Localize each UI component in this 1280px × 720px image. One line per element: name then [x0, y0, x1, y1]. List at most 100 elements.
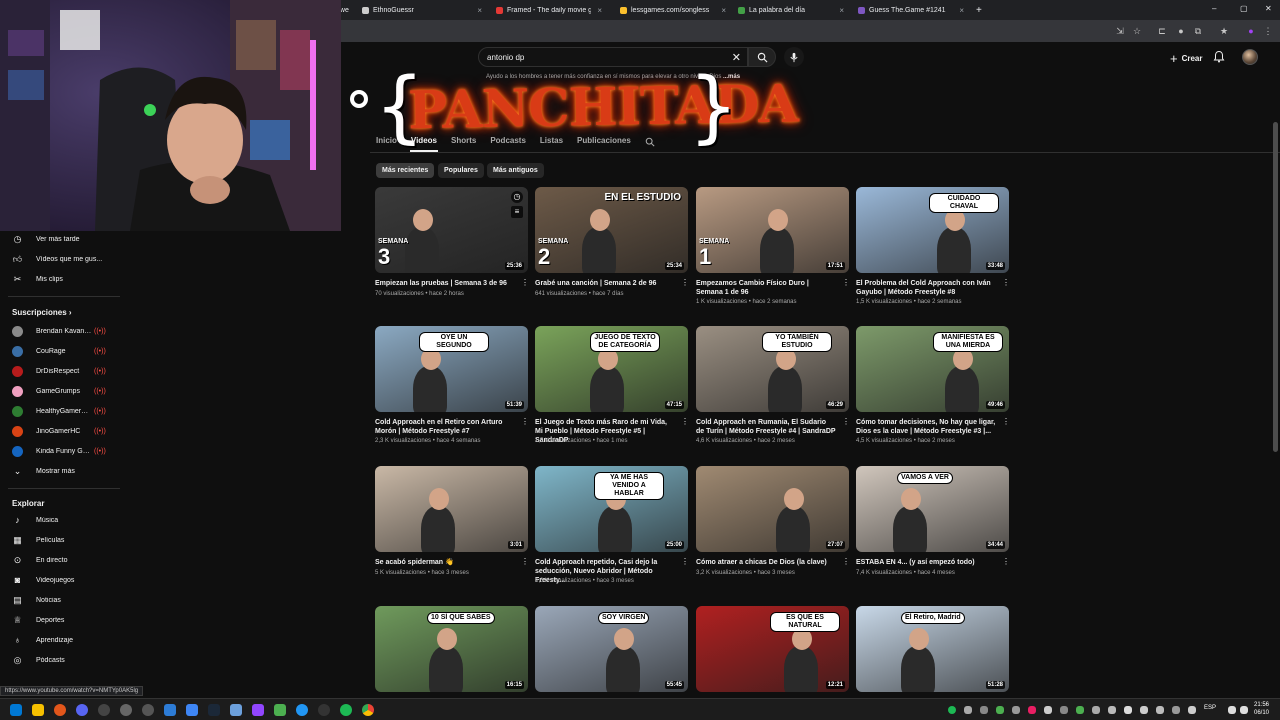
- sidebar-subscription[interactable]: DrDisRespect ((•)): [0, 362, 130, 380]
- more-actions-icon[interactable]: ⋮: [1002, 279, 1010, 287]
- video-thumbnail[interactable]: YA ME HAS VENIDO A HABLAR 25:00: [535, 466, 688, 552]
- tab-playlists[interactable]: Listas: [540, 136, 563, 150]
- video-title[interactable]: Se acabó spiderman 👋: [375, 558, 515, 567]
- video-thumbnail[interactable]: SEMANA 2 EN EL ESTUDIO 25:34: [535, 187, 688, 273]
- tray-icon[interactable]: [980, 706, 988, 714]
- search-button[interactable]: [748, 47, 776, 67]
- network-icon[interactable]: [1228, 706, 1236, 714]
- browser-tab[interactable]: lessgames.com/songless ×: [614, 2, 732, 18]
- tray-icon[interactable]: [1076, 706, 1084, 714]
- tab-videos[interactable]: Videos: [411, 136, 437, 150]
- chrome-icon[interactable]: [362, 704, 374, 716]
- video-title[interactable]: Cold Approach en Rumania, El Sudario de …: [696, 418, 836, 436]
- more-actions-icon[interactable]: ⋮: [842, 558, 850, 566]
- more-actions-icon[interactable]: ⋮: [842, 279, 850, 287]
- video-title[interactable]: Empezamos Cambio Físico Duro | Semana 1 …: [696, 279, 836, 297]
- tab-posts[interactable]: Publicaciones: [577, 136, 631, 150]
- video-thumbnail[interactable]: SEMANA 3 ◷ ≡ 25:36: [375, 187, 528, 273]
- channel-search-icon[interactable]: [645, 137, 655, 147]
- account-avatar[interactable]: [1242, 49, 1258, 65]
- show-more-button[interactable]: ⌄ Mostrar más: [0, 462, 130, 480]
- video-title[interactable]: Grabé una canción | Semana 2 de 96: [535, 279, 675, 288]
- video-title[interactable]: ESTABA EN 4... (y así empezó todo): [856, 558, 996, 567]
- scrollbar-thumb[interactable]: [1273, 122, 1278, 452]
- app-icon[interactable]: [318, 704, 330, 716]
- tab-podcasts[interactable]: Podcasts: [490, 136, 526, 150]
- tray-icon[interactable]: [1156, 706, 1164, 714]
- sidebar-item-live[interactable]: ⊙ En directo: [0, 551, 130, 569]
- app-icon[interactable]: [274, 704, 286, 716]
- video-thumbnail[interactable]: VAMOS A VER 34:44: [856, 466, 1009, 552]
- app-icon[interactable]: [230, 704, 242, 716]
- add-to-queue-icon[interactable]: ≡: [511, 206, 523, 218]
- tray-icon[interactable]: [1060, 706, 1068, 714]
- tray-icon[interactable]: [1044, 706, 1052, 714]
- video-thumbnail[interactable]: 3:01: [375, 466, 528, 552]
- video-thumbnail[interactable]: JUEGO DE TEXTO DE CATEGORÍA 47:15: [535, 326, 688, 412]
- tray-icon[interactable]: [1140, 706, 1148, 714]
- more-actions-icon[interactable]: ⋮: [521, 279, 529, 287]
- input-language[interactable]: ESP: [1204, 705, 1216, 711]
- browser-tab[interactable]: Framed - The daily movie gues ×: [490, 2, 608, 18]
- spotify-icon[interactable]: [340, 704, 352, 716]
- browser-tab[interactable]: Guess The.Game #1241 ×: [852, 2, 970, 18]
- more-actions-icon[interactable]: ⋮: [681, 418, 689, 426]
- sidebar-item-podcasts[interactable]: ◎ Pódcasts: [0, 651, 130, 669]
- create-button[interactable]: + Crear: [1164, 49, 1209, 67]
- sidebar-item-movies[interactable]: ▦ Películas: [0, 531, 130, 549]
- bookmark-star-icon[interactable]: ☆: [1131, 25, 1143, 37]
- tray-icon[interactable]: [948, 706, 956, 714]
- tray-icon[interactable]: [1092, 706, 1100, 714]
- sidebar-subscription[interactable]: HealthyGamerGG ((•)): [0, 402, 130, 420]
- tray-icon[interactable]: [1172, 706, 1180, 714]
- window-close-icon[interactable]: ✕: [1265, 4, 1272, 13]
- puzzle-icon[interactable]: ⧉: [1192, 25, 1204, 37]
- tray-icon[interactable]: [1108, 706, 1116, 714]
- video-thumbnail[interactable]: YO TAMBIÉN ESTUDIO 46:29: [696, 326, 849, 412]
- volume-icon[interactable]: [1240, 706, 1248, 714]
- menu-dots-icon[interactable]: ⋮: [1262, 25, 1274, 37]
- more-actions-icon[interactable]: ⋮: [681, 558, 689, 566]
- video-thumbnail[interactable]: MANIFIESTA ES UNA MIERDA 49:46: [856, 326, 1009, 412]
- close-icon[interactable]: ×: [839, 6, 844, 15]
- steam-icon[interactable]: [208, 704, 220, 716]
- app-icon[interactable]: [120, 704, 132, 716]
- tab-home[interactable]: Inicio: [376, 136, 397, 150]
- tray-icon[interactable]: [1124, 706, 1132, 714]
- app-icon[interactable]: [186, 704, 198, 716]
- chip-oldest[interactable]: Más antiguos: [487, 163, 544, 178]
- more-actions-icon[interactable]: ⋮: [1002, 418, 1010, 426]
- profile-icon[interactable]: ●: [1245, 25, 1257, 37]
- subscriptions-heading[interactable]: Suscripciones ›: [12, 308, 72, 317]
- video-title[interactable]: Cold Approach en el Retiro con Arturo Mo…: [375, 418, 515, 436]
- twitch-icon[interactable]: [252, 704, 264, 716]
- voice-search-button[interactable]: [784, 47, 804, 67]
- close-icon[interactable]: ×: [721, 6, 726, 15]
- tray-icon[interactable]: [1012, 706, 1020, 714]
- close-icon[interactable]: ×: [597, 6, 602, 15]
- video-thumbnail[interactable]: 27:07: [696, 466, 849, 552]
- install-icon[interactable]: ⇲: [1114, 25, 1126, 37]
- video-thumbnail[interactable]: SOY VIRGEN 55:45: [535, 606, 688, 692]
- sidebar-subscription[interactable]: CouRage ((•)): [0, 342, 130, 360]
- video-thumbnail[interactable]: OYE UN SEGUNDO 51:39: [375, 326, 528, 412]
- app-icon[interactable]: [76, 704, 88, 716]
- more-actions-icon[interactable]: ⋮: [842, 418, 850, 426]
- app-icon[interactable]: [142, 704, 154, 716]
- sidebar-item-liked-videos[interactable]: 👍︎ Vídeos que me gus...: [0, 250, 130, 268]
- app-icon[interactable]: [164, 704, 176, 716]
- sidebar-item-news[interactable]: ▤ Noticias: [0, 591, 130, 609]
- app-icon[interactable]: [98, 704, 110, 716]
- tab-shorts[interactable]: Shorts: [451, 136, 476, 150]
- sidebar-item-music[interactable]: ♪ Música: [0, 511, 130, 529]
- sidebar-item-sports[interactable]: ♕ Deportes: [0, 611, 130, 629]
- sidebar-item-gaming[interactable]: ◙ Videojuegos: [0, 571, 130, 589]
- video-title[interactable]: Empiezan las pruebas | Semana 3 de 96: [375, 279, 515, 288]
- watch-later-icon[interactable]: ◷: [511, 191, 523, 203]
- bookmarks-icon[interactable]: ★: [1218, 25, 1230, 37]
- notifications-button[interactable]: [1213, 50, 1225, 68]
- sidebar-item-clips[interactable]: ✂ Mis clips: [0, 270, 130, 288]
- more-actions-icon[interactable]: ⋮: [521, 418, 529, 426]
- video-title[interactable]: Cómo atraer a chicas De Dios (la clave): [696, 558, 836, 567]
- search-app-icon[interactable]: [54, 704, 66, 716]
